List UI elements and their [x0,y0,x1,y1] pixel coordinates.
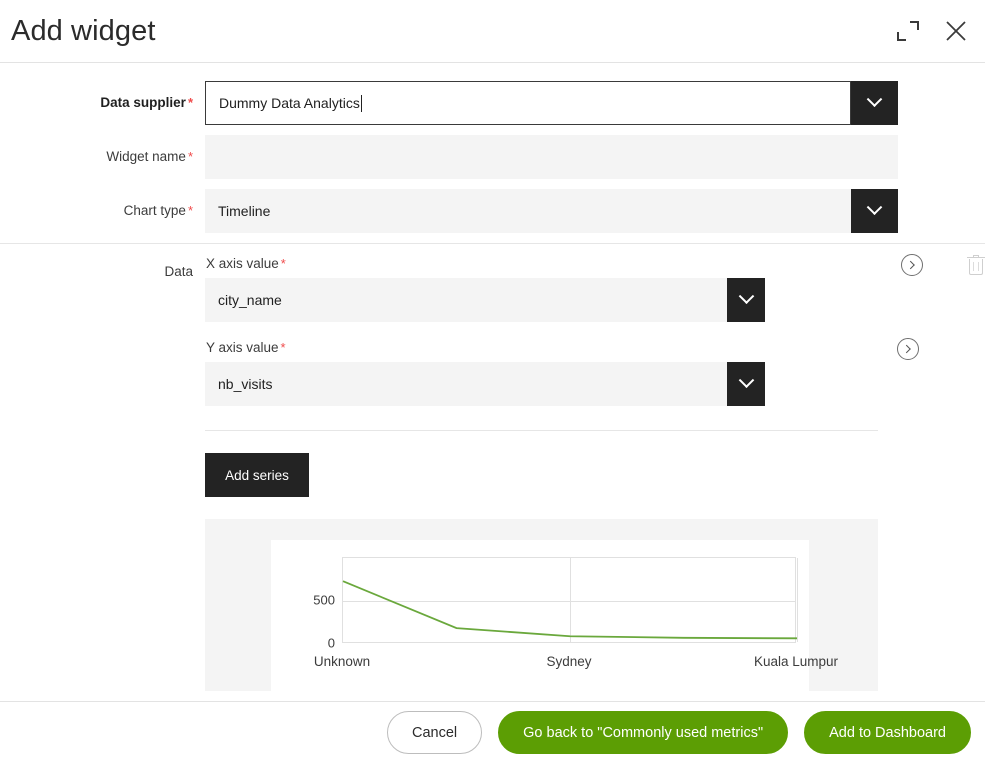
widget-name-control [205,135,898,179]
delete-series-button[interactable] [967,254,985,276]
chevron-down-icon [866,90,883,107]
chevron-down-icon [866,198,883,215]
chart-type-value: Timeline [218,203,271,219]
x-axis-value: city_name [218,292,282,308]
chart-y-tick-label: 500 [313,592,335,608]
add-series-button[interactable]: Add series [205,453,309,497]
required-marker: * [187,95,193,110]
data-supplier-dropdown-button[interactable] [851,81,898,125]
x-axis-dropdown-button[interactable] [727,278,765,322]
widget-name-input[interactable] [205,135,898,179]
x-axis-control: city_name [205,278,765,322]
chart-type-dropdown-button[interactable] [851,189,898,233]
chart-type-control: Timeline [205,189,898,233]
data-section: Data X axis value * city_name Y axis val… [0,244,985,691]
chart-x-tick-label: Unknown [313,654,371,669]
y-axis-block: Y axis value * nb_visits [205,338,985,406]
close-button[interactable] [941,16,971,46]
page-title: Add widget [11,14,156,47]
go-back-button[interactable]: Go back to "Commonly used metrics" [498,711,789,754]
chart-type-input[interactable]: Timeline [205,189,851,233]
field-row-chart-type: Chart type * Timeline [0,179,985,233]
chart-x-tick-label: Sydney [546,654,592,669]
field-row-data-supplier: Data supplier * Dummy Data Analytics [0,63,985,125]
required-marker: * [280,340,286,355]
series-divider [205,430,878,431]
x-axis-block: X axis value * city_name [205,254,985,322]
dialog-footer: Cancel Go back to "Commonly used metrics… [0,701,985,763]
y-axis-label: Y axis value * [206,340,286,355]
x-axis-input[interactable]: city_name [205,278,727,322]
y-axis-row-icons [897,338,919,360]
dialog-body: Data supplier * Dummy Data Analytics Widg… [0,63,985,701]
chevron-down-icon [738,371,754,388]
data-supplier-input[interactable]: Dummy Data Analytics [205,81,851,125]
chart-preview-panel: 500 0 Unknown Sydney Kuala Lumpur [205,519,878,691]
cancel-button[interactable]: Cancel [387,711,483,754]
close-icon [946,21,966,41]
text-caret [360,94,362,112]
data-supplier-control: Dummy Data Analytics [205,81,898,125]
chart-x-tick-label: Kuala Lumpur [753,654,839,669]
y-axis-control: nb_visits [205,362,765,406]
add-widget-dialog: Add widget Data supplier * Dummy Data An… [0,0,985,763]
y-axis-value: nb_visits [218,376,273,392]
chevron-down-icon [738,287,754,304]
data-section-label: Data [164,264,193,279]
expand-button[interactable] [893,16,923,46]
required-marker: * [187,149,193,164]
required-marker: * [280,256,286,271]
chart-card: 500 0 Unknown Sydney Kuala Lumpur [271,540,838,691]
circle-chevron-right-icon [906,260,915,270]
chart-series-line [342,580,798,640]
field-row-widget-name: Widget name * [0,125,985,179]
y-axis-expand-button[interactable] [897,338,919,360]
data-supplier-value: Dummy Data Analytics [219,95,360,111]
x-axis-row-icons [901,254,985,276]
chart-plot-area [342,557,798,643]
circle-chevron-right-icon [902,344,911,354]
chart-gridline-vertical [797,558,798,642]
chart-y-tick-label: 0 [327,635,335,651]
data-supplier-label: Data supplier * [100,95,193,110]
expand-icon [897,20,919,42]
header-actions [893,0,971,62]
y-axis-input[interactable]: nb_visits [205,362,727,406]
widget-name-label: Widget name * [106,149,193,164]
y-axis-dropdown-button[interactable] [727,362,765,406]
required-marker: * [187,203,193,218]
dialog-header: Add widget [0,0,985,63]
x-axis-label: X axis value * [206,256,286,271]
x-axis-expand-button[interactable] [901,254,923,276]
add-to-dashboard-button[interactable]: Add to Dashboard [804,711,971,754]
chart-type-label: Chart type * [123,203,193,218]
